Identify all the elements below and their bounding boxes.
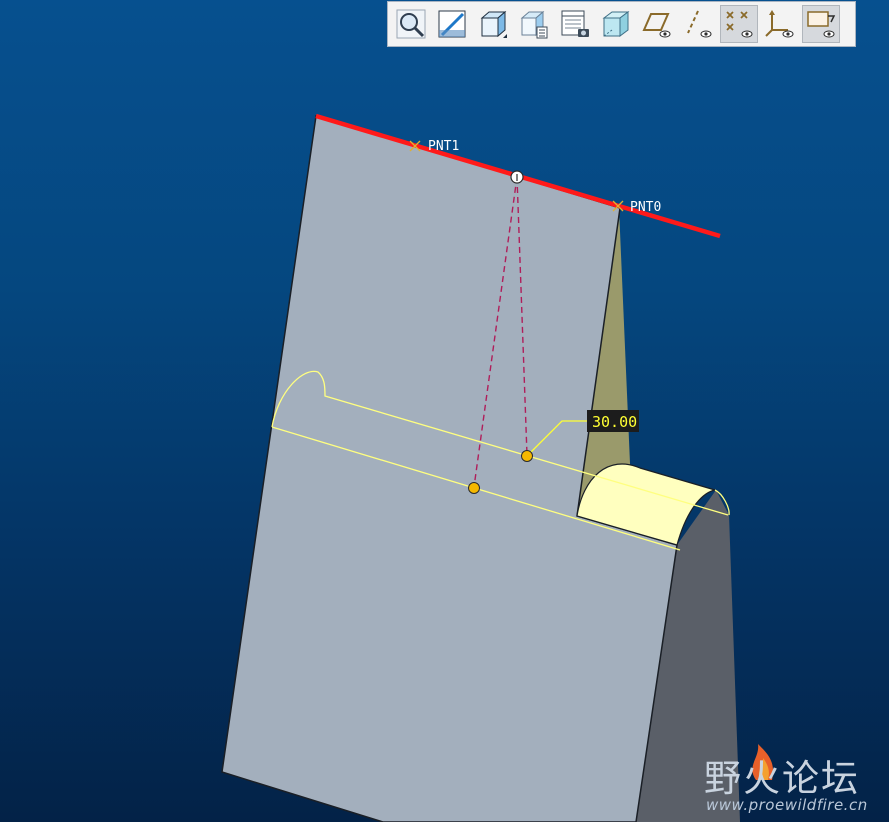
datum-point-pnt0-label: PNT0 [630, 200, 661, 215]
datum-point-pnt1-label: PNT1 [428, 139, 459, 154]
drag-handle-dimension[interactable] [521, 450, 533, 462]
dimension-value[interactable]: 30.00 [592, 413, 637, 431]
forum-watermark: 野火论坛 www.proewildfire.cn [704, 740, 884, 818]
model-viewport[interactable]: PNT1 PNT0 30.00 [0, 0, 889, 822]
watermark-url: www.proewildfire.cn [706, 796, 868, 814]
watermark-title: 野火论坛 [704, 757, 860, 800]
drag-handle-lower[interactable] [468, 482, 480, 494]
